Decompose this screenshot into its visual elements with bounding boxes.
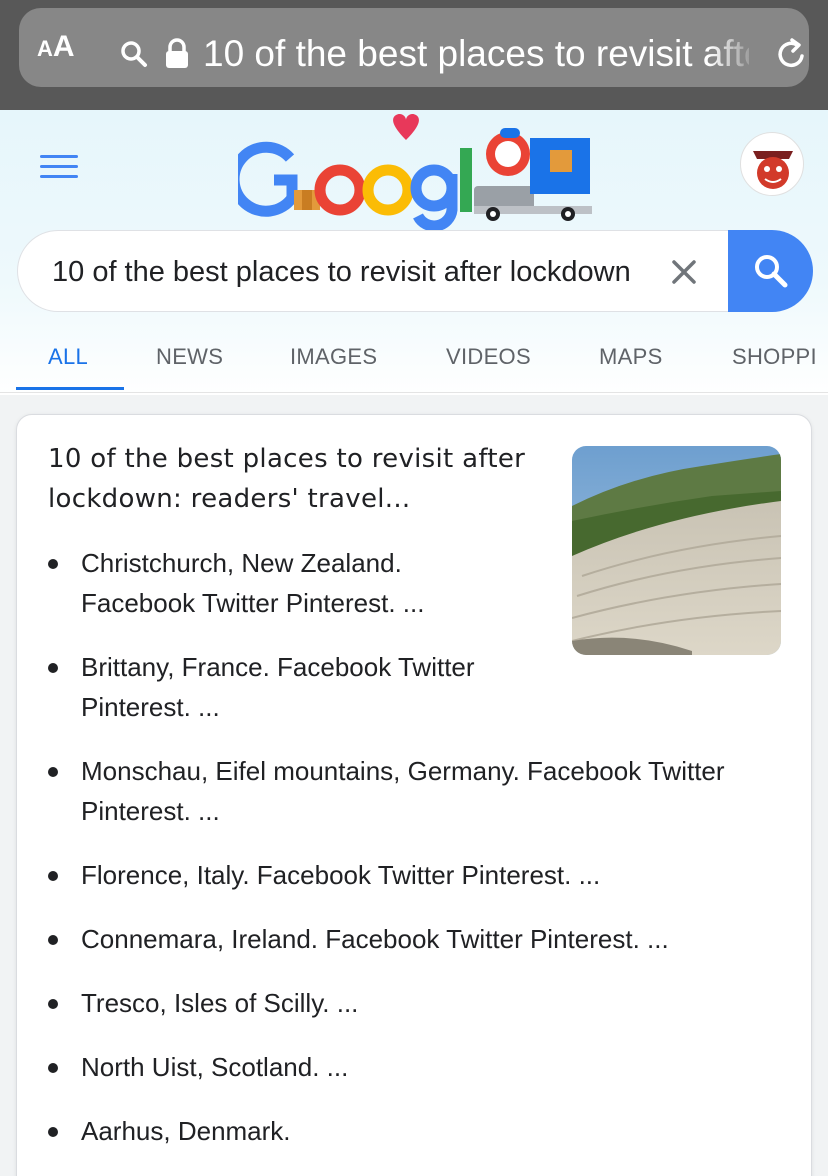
address-bar[interactable]: AA 10 of the best places to revisit afte… xyxy=(19,8,809,87)
active-tab-indicator xyxy=(16,387,124,390)
google-doodle-logo[interactable] xyxy=(238,110,598,230)
clear-icon[interactable] xyxy=(670,258,698,286)
tab-images[interactable]: IMAGES xyxy=(290,344,377,370)
reader-small-a: A xyxy=(37,36,53,61)
search-input[interactable]: 10 of the best places to revisit after l… xyxy=(17,230,731,312)
url-fade xyxy=(709,30,759,78)
search-button[interactable] xyxy=(728,230,813,312)
url-text: 10 of the best places to revisit after l… xyxy=(203,33,749,74)
reader-view-button[interactable]: AA xyxy=(37,30,75,64)
list-item: Monschau, Eifel mountains, Germany. Face… xyxy=(48,751,788,831)
avatar-emblem-icon xyxy=(753,151,793,189)
list-item: Brittany, France. Facebook Twitter Pinte… xyxy=(48,647,518,727)
list-item: Aarhus, Denmark. xyxy=(48,1111,788,1151)
browser-toolbar: AA 10 of the best places to revisit afte… xyxy=(0,0,828,110)
search-icon xyxy=(121,41,147,67)
result-list: Christchurch, New Zealand. Facebook Twit… xyxy=(48,543,788,1175)
search-query-text: 10 of the best places to revisit after l… xyxy=(52,256,631,288)
tab-news[interactable]: NEWS xyxy=(156,344,223,370)
list-item: North Uist, Scotland. ... xyxy=(48,1047,788,1087)
search-box: 10 of the best places to revisit after l… xyxy=(17,230,813,312)
result-title[interactable]: 10 of the best places to revisit after l… xyxy=(48,439,528,519)
lock-icon xyxy=(166,38,188,68)
list-item: Connemara, Ireland. Facebook Twitter Pin… xyxy=(48,919,788,959)
list-item: Christchurch, New Zealand. Facebook Twit… xyxy=(48,543,518,623)
reader-big-a: A xyxy=(52,30,75,63)
reload-icon[interactable] xyxy=(772,36,810,74)
tab-shopping[interactable]: SHOPPI xyxy=(732,344,817,370)
tab-all[interactable]: ALL xyxy=(48,344,88,370)
account-avatar[interactable] xyxy=(740,132,804,196)
search-tabs: ALL NEWS IMAGES VIDEOS MAPS SHOPPI xyxy=(16,332,828,392)
list-item: Tresco, Isles of Scilly. ... xyxy=(48,983,788,1023)
tab-videos[interactable]: VIDEOS xyxy=(446,344,531,370)
heart-icon xyxy=(393,113,419,140)
featured-snippet-card: 10 of the best places to revisit after l… xyxy=(16,414,812,1176)
hamburger-menu-icon[interactable] xyxy=(40,155,80,179)
google-header: 10 of the best places to revisit after l… xyxy=(0,110,828,395)
tabs-divider xyxy=(0,392,828,393)
search-button-icon xyxy=(755,255,788,288)
tab-maps[interactable]: MAPS xyxy=(599,344,663,370)
list-item: Florence, Italy. Facebook Twitter Pinter… xyxy=(48,855,788,895)
